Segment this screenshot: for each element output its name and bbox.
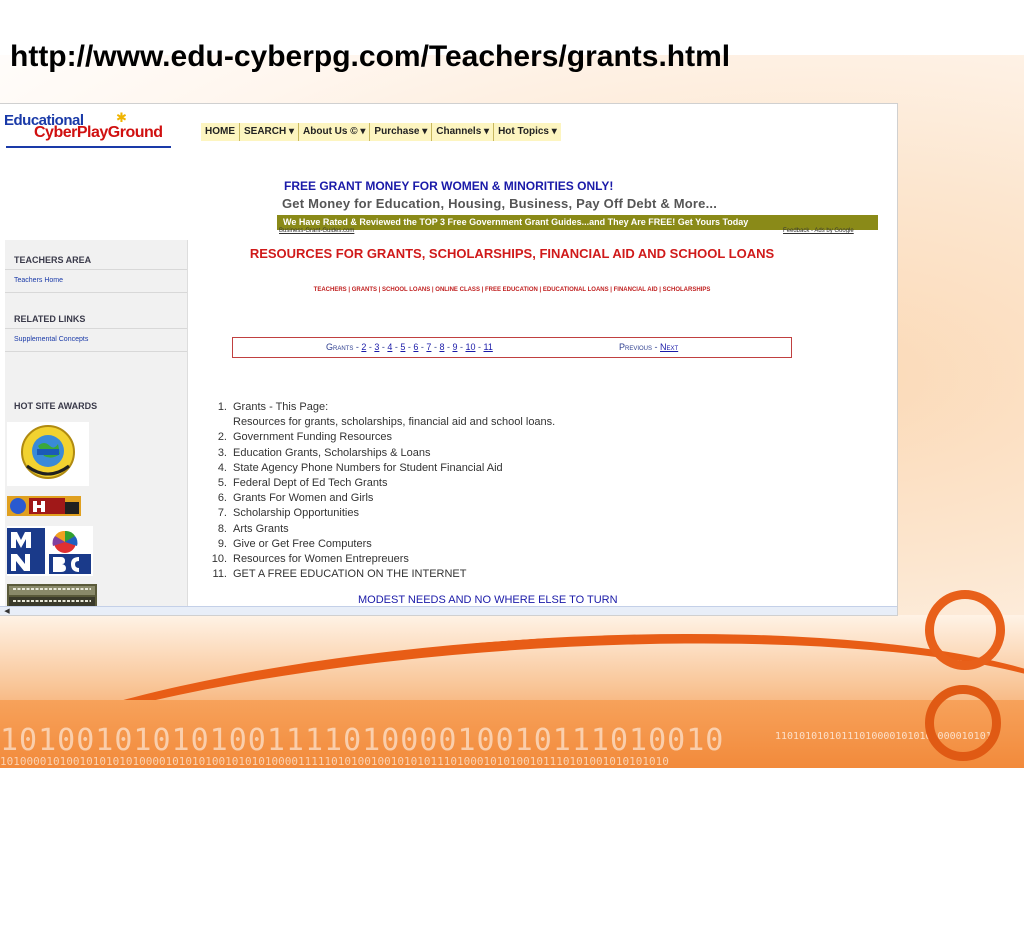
nav-hot-topics[interactable]: Hot Topics ▾ <box>494 123 561 141</box>
page-link[interactable]: 2 <box>361 342 366 352</box>
list-item[interactable]: 7. Scholarship Opportunities <box>205 506 555 521</box>
list-item[interactable]: 10. Resources for Women Entrepreuers <box>205 552 555 567</box>
logo-underline <box>6 146 171 148</box>
nav-about-us[interactable]: About Us © ▾ <box>299 123 371 141</box>
pager-label: Grants <box>326 342 354 352</box>
scroll-left-icon[interactable]: ◀ <box>2 607 12 615</box>
decorative-ring <box>925 590 1005 670</box>
nav-purchase[interactable]: Purchase ▾ <box>370 123 433 141</box>
slide-title: http://www.edu-cyberpg.com/Teachers/gran… <box>10 40 731 73</box>
logo-text-bottom: CyberPlayGround <box>34 124 163 141</box>
ad-subhead[interactable]: Get Money for Education, Housing, Busine… <box>282 196 717 211</box>
website-screenshot: Educational ✱ CyberPlayGround HOME SEARC… <box>0 104 897 615</box>
usa-today-education-award-icon[interactable] <box>7 422 89 486</box>
list-item[interactable]: 9. Give or Get Free Computers <box>205 537 555 552</box>
ad-headline[interactable]: FREE GRANT MONEY FOR WOMEN & MINORITIES … <box>284 179 613 193</box>
sidebar-item-supplemental-concepts[interactable]: Supplemental Concepts <box>14 336 88 343</box>
nav-home[interactable]: HOME <box>201 123 240 141</box>
binary-text-large: 10100101010100111101000010010111010010 <box>0 726 725 756</box>
modest-needs-link[interactable]: MODEST NEEDS AND NO WHERE ELSE TO TURN <box>358 594 618 606</box>
page-title: RESOURCES FOR GRANTS, SCHOLARSHIPS, FINA… <box>249 246 775 261</box>
nyt-learning-network-logo-icon[interactable] <box>7 584 97 608</box>
divider <box>5 292 187 293</box>
page-link[interactable]: 11 <box>483 342 492 352</box>
page-link[interactable]: 4 <box>387 342 392 352</box>
site-nav: HOME SEARCH ▾ About Us © ▾ Purchase ▾ Ch… <box>201 123 561 141</box>
next-link[interactable]: Next <box>660 342 678 352</box>
nav-search[interactable]: SEARCH ▾ <box>240 123 300 141</box>
divider <box>5 269 187 270</box>
list-item[interactable]: 1. Grants - This Page: <box>205 400 555 415</box>
category-nav[interactable]: TEACHERS | GRANTS | SCHOOL LOANS | ONLIN… <box>222 287 802 293</box>
list-item[interactable]: 6. Grants For Women and Girls <box>205 491 555 506</box>
usa-today-hot-site-award-icon[interactable] <box>7 496 81 516</box>
list-item: Resources for grants, scholarships, fina… <box>233 416 556 429</box>
decorative-ring <box>925 685 1001 761</box>
page-link[interactable]: 5 <box>400 342 405 352</box>
page-link[interactable]: 8 <box>439 342 444 352</box>
list-item[interactable]: 5. Federal Dept of Ed Tech Grants <box>205 476 555 491</box>
site-logo[interactable]: Educational ✱ CyberPlayGround <box>4 110 174 152</box>
sidebar-heading-hot-site-awards: HOT SITE AWARDS <box>14 401 98 411</box>
resource-list: 1. Grants - This Page: Resources for gran… <box>205 400 556 582</box>
list-item[interactable]: 8. Arts Grants <box>205 522 555 537</box>
list-item[interactable]: 3. Education Grants, Scholarships & Loans <box>205 446 555 461</box>
binary-text-bottom: 1010000101001010101010000101010100101010… <box>0 755 669 768</box>
previous-label: Previous <box>619 342 653 352</box>
sidebar-heading-related-links: RELATED LINKS <box>14 314 86 324</box>
divider <box>5 328 187 329</box>
sidebar: TEACHERS AREA Teachers Home RELATED LINK… <box>5 240 188 615</box>
ad-source-link[interactable]: Business-Grant-Guides.com <box>279 228 354 234</box>
nav-channels[interactable]: Channels ▾ <box>432 123 495 141</box>
ad-feedback-link[interactable]: Feedback - Ads by Google <box>783 228 854 234</box>
page-link[interactable]: 3 <box>374 342 379 352</box>
list-item[interactable]: 2. Government Funding Resources <box>205 430 555 445</box>
list-item[interactable]: 11. GET A FREE EDUCATION ON THE INTERNET <box>205 567 555 582</box>
msnbc-logo-icon[interactable] <box>7 526 93 576</box>
page-link[interactable]: 10 <box>465 342 475 352</box>
divider <box>5 351 187 352</box>
list-item[interactable]: 4. State Agency Phone Numbers for Student… <box>205 461 555 476</box>
sidebar-item-teachers-home[interactable]: Teachers Home <box>14 277 63 284</box>
pagination: Grants - 2 - 3 - 4 - 5 - 6 - 7 - 8 - 9 -… <box>232 337 792 358</box>
sidebar-heading-teachers-area: TEACHERS AREA <box>14 255 92 265</box>
page-link[interactable]: 6 <box>413 342 418 352</box>
page-link[interactable]: 7 <box>426 342 431 352</box>
page-link[interactable]: 9 <box>452 342 457 352</box>
horizontal-scrollbar[interactable]: ◀ <box>0 606 897 615</box>
